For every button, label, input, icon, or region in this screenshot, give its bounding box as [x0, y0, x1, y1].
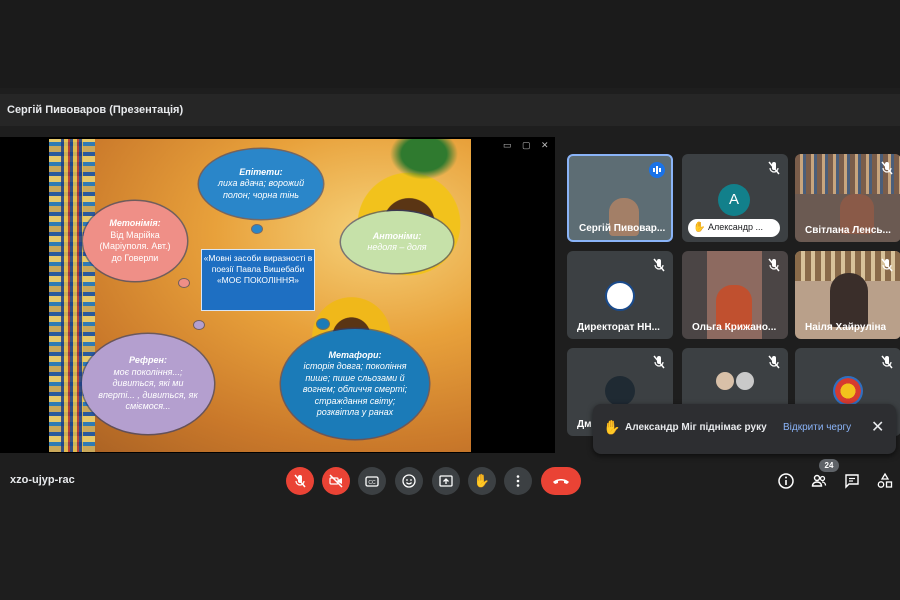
- epithets-title: Епітети:: [239, 166, 283, 177]
- refrain-body: моє покоління...; дивиться, які ми вперт…: [98, 366, 198, 412]
- reactions-button[interactable]: [395, 467, 423, 495]
- svg-text:CC: CC: [368, 480, 376, 486]
- antonyms-bubble: Антоніми: недоля – доля: [341, 211, 453, 273]
- hand-raise-notification: ✋ Александр Міг піднімає руку Відкрити ч…: [593, 404, 896, 454]
- more-options-button[interactable]: [504, 467, 532, 495]
- chat-icon: [845, 474, 859, 489]
- activities-icon: [877, 472, 893, 488]
- hand-raised-icon: ✋: [603, 419, 621, 435]
- mic-off-icon: [879, 160, 895, 176]
- presentation-title-bar: Сергій Пивоваров (Презентація): [0, 94, 900, 126]
- antonyms-title: Антоніми:: [372, 230, 422, 241]
- participant-name: Директорат НН...: [577, 322, 660, 333]
- bubble-puff: [252, 225, 262, 233]
- presentation-view: ▭ ▢ ✕ Епітети: лихa вдача; ворожий полон…: [0, 137, 555, 453]
- avatar: [605, 376, 635, 406]
- epithets-bubble: Епітети: лихa вдача; ворожий полон; чорн…: [199, 149, 323, 219]
- mic-off-icon: [766, 160, 782, 176]
- video-person: [830, 273, 868, 327]
- participant-tile[interactable]: Ольга Крижано...: [682, 251, 788, 339]
- participant-name: Александр ...: [708, 222, 764, 232]
- close-icon[interactable]: ✕: [871, 417, 884, 437]
- phone-hangup-icon: [553, 479, 569, 484]
- avatar: [833, 376, 863, 406]
- leave-call-button[interactable]: [541, 467, 581, 495]
- metaphors-title: Метафори:: [328, 349, 382, 360]
- participant-count-badge: 24: [819, 459, 839, 472]
- participants-button[interactable]: [810, 472, 828, 490]
- captions-button[interactable]: CC: [358, 467, 386, 495]
- metonymy-body: Від Марійка (Маріуполя. Авт.) до Говерли: [99, 229, 171, 263]
- hand-icon: ✋: [473, 473, 491, 488]
- name-chip: ✋ Александр ...: [688, 219, 780, 237]
- mic-off-icon: [879, 257, 895, 273]
- maximize-icon[interactable]: ▢: [522, 140, 531, 151]
- slide-center-title: «Мовні засоби виразності в поезії Павла …: [201, 249, 315, 311]
- open-queue-link[interactable]: Відкрити чергу: [783, 422, 851, 433]
- speaking-icon: [649, 162, 665, 178]
- mic-off-icon: [766, 354, 782, 370]
- meeting-code: xzo-ujyp-rac: [10, 474, 75, 486]
- metonymy-bubble: Метонімія: Від Марійка (Маріуполя. Авт.)…: [83, 201, 187, 281]
- participant-tile[interactable]: A ✋ Александр ...: [682, 154, 788, 242]
- emoji-icon: [402, 474, 416, 488]
- mic-off-icon: [766, 257, 782, 273]
- more-vert-icon: [516, 475, 520, 487]
- avatar: [716, 372, 734, 390]
- chat-button[interactable]: [843, 472, 861, 490]
- participant-name: Ольга Крижано...: [692, 322, 777, 333]
- presenter-title: Сергій Пивоваров (Презентація): [7, 104, 184, 116]
- bubble-puff: [317, 319, 329, 329]
- notification-message: Александр Міг піднімає руку: [625, 422, 767, 433]
- info-icon: [778, 473, 794, 489]
- refrain-title: Рефрен:: [129, 355, 167, 366]
- participant-tile[interactable]: Директорат НН...: [567, 251, 673, 339]
- people-icon: [811, 474, 827, 487]
- avatar: [736, 372, 754, 390]
- participant-tile[interactable]: Сергій Пивовар...: [567, 154, 673, 242]
- antonyms-body: недоля – доля: [367, 242, 427, 252]
- mic-toggle-button[interactable]: [286, 467, 314, 495]
- refrain-bubble: Рефрен: моє покоління...; дивиться, які …: [82, 334, 214, 434]
- present-button[interactable]: [432, 467, 460, 495]
- slide: Епітети: лихa вдача; ворожий полон; чорн…: [49, 139, 471, 452]
- participant-name: Сергій Пивовар...: [579, 223, 666, 234]
- metonymy-title: Метонімія:: [109, 218, 161, 228]
- participant-tile[interactable]: Світлана Ленсь...: [795, 154, 900, 242]
- top-area: [0, 0, 900, 88]
- participant-name: Світлана Ленсь...: [805, 225, 891, 236]
- meeting-info-button[interactable]: [777, 472, 795, 490]
- present-icon: [439, 475, 453, 487]
- captions-icon: CC: [365, 476, 379, 487]
- participant-name: Дм: [577, 419, 592, 430]
- metaphors-body: історія довга; покоління пише; пише сльо…: [302, 361, 408, 417]
- raise-hand-button[interactable]: ✋: [468, 467, 496, 495]
- close-icon[interactable]: ✕: [541, 140, 549, 151]
- camera-toggle-button[interactable]: [322, 467, 350, 495]
- avatar: [605, 281, 635, 311]
- epithets-body: лихa вдача; ворожий полон; чорна тінь: [217, 178, 305, 200]
- hand-raised-icon: ✋: [693, 222, 706, 233]
- avatar: A: [718, 184, 750, 216]
- participant-tile[interactable]: Наіля Хайруліна: [795, 251, 900, 339]
- mic-off-icon: [879, 354, 895, 370]
- mic-off-icon: [294, 474, 306, 488]
- bubble-puff: [194, 321, 204, 329]
- bubble-puff: [179, 279, 189, 287]
- mic-off-icon: [651, 354, 667, 370]
- activities-button[interactable]: [876, 472, 894, 490]
- participant-name: Наіля Хайруліна: [805, 322, 887, 333]
- minimize-icon[interactable]: ▭: [503, 140, 512, 151]
- camera-off-icon: [329, 474, 343, 488]
- metaphors-bubble: Метафори: історія довга; покоління пише;…: [281, 329, 429, 439]
- mic-off-icon: [651, 257, 667, 273]
